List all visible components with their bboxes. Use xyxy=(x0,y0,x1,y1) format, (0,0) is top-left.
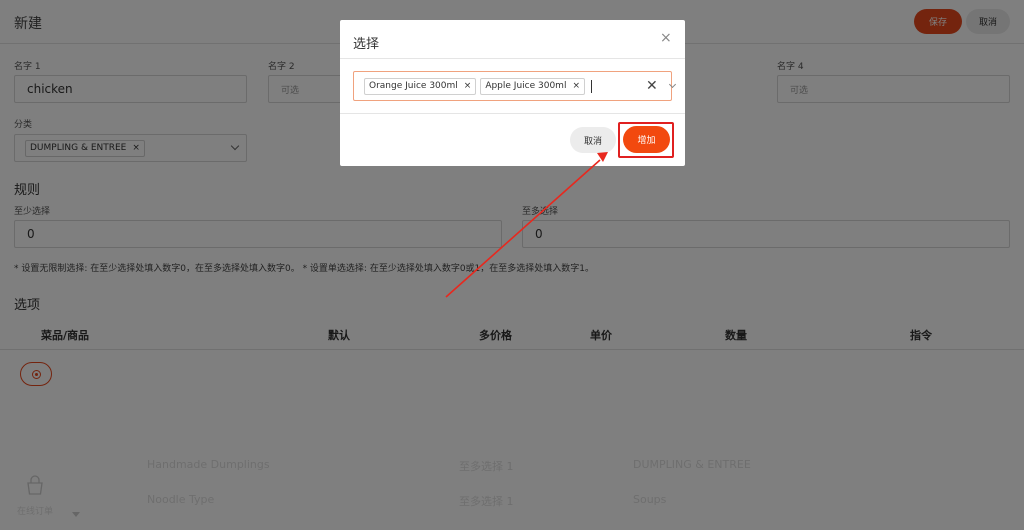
selected-chip: Apple Juice 300ml × xyxy=(480,77,585,95)
clear-icon[interactable]: ✕ xyxy=(646,78,658,94)
text-cursor xyxy=(591,79,592,93)
select-modal: 选择 × Orange Juice 300ml × Apple Juice 30… xyxy=(340,20,685,166)
modal-cancel-button[interactable]: 取消 xyxy=(570,127,616,153)
modal-add-button[interactable]: 增加 xyxy=(623,126,670,153)
selected-chip: Orange Juice 300ml × xyxy=(364,77,477,95)
chip-remove-icon[interactable]: × xyxy=(464,81,472,91)
item-multi-select[interactable]: Orange Juice 300ml × Apple Juice 300ml ×… xyxy=(353,71,677,101)
selected-chip-label: Apple Juice 300ml xyxy=(485,81,567,91)
chevron-down-icon[interactable] xyxy=(668,80,677,89)
modal-title: 选择 xyxy=(353,37,380,52)
selected-chip-label: Orange Juice 300ml xyxy=(369,81,458,91)
modal-divider xyxy=(340,58,685,59)
modal-divider xyxy=(340,113,685,114)
chip-remove-icon[interactable]: × xyxy=(572,81,580,91)
close-icon[interactable]: × xyxy=(660,30,672,46)
